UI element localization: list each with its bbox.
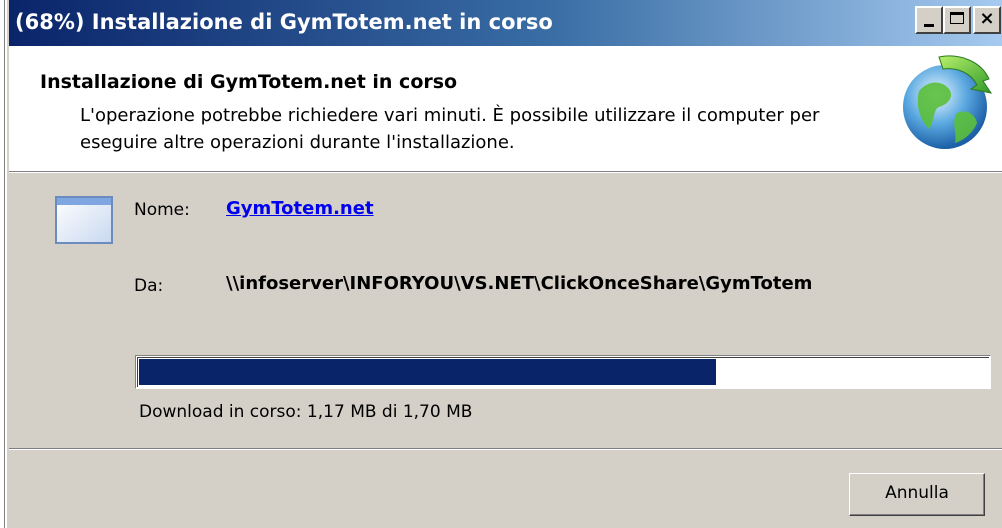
globe-icon [903, 55, 993, 149]
footer-divider-highlight [9, 449, 1002, 450]
download-status: Download in corso: 1,17 MB di 1,70 MB [139, 402, 473, 422]
download-progress-bar [135, 355, 991, 389]
maximize-button[interactable] [943, 6, 971, 34]
minimize-button[interactable] [915, 6, 943, 34]
close-button[interactable]: × [973, 6, 1001, 34]
install-dialog: (68%) Installazione di GymTotem.net in c… [5, 0, 1002, 528]
name-label: Nome: [134, 200, 190, 220]
close-icon: × [979, 8, 995, 29]
source-path: \\infoserver\INFORYOU\VS.NET\ClickOnceSh… [226, 273, 813, 294]
from-label: Da: [134, 276, 164, 296]
application-window-icon [55, 196, 113, 244]
progress-fill [139, 359, 716, 385]
cancel-button[interactable]: Annulla [849, 473, 985, 516]
header-title: Installazione di GymTotem.net in corso [40, 71, 458, 93]
app-name-link[interactable]: GymTotem.net [226, 198, 374, 219]
window-title: (68%) Installazione di GymTotem.net in c… [15, 10, 553, 34]
title-bar[interactable]: (68%) Installazione di GymTotem.net in c… [9, 0, 1002, 46]
header-panel: Installazione di GymTotem.net in corso L… [9, 46, 1002, 171]
header-description: L'operazione potrebbe richiedere vari mi… [80, 105, 820, 153]
header-divider-highlight [9, 172, 1002, 173]
